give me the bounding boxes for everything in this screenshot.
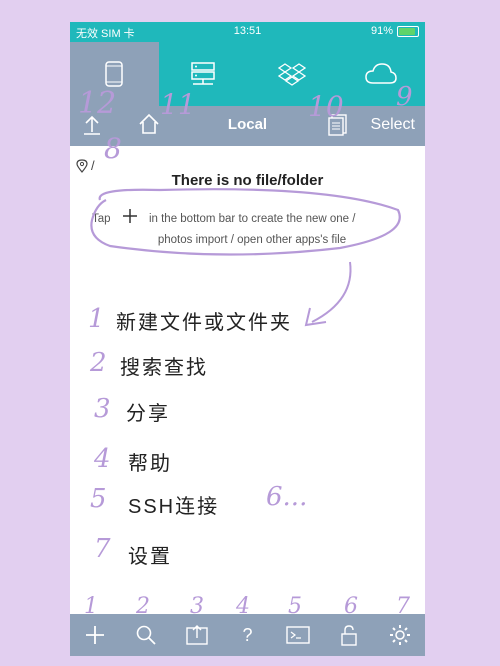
annotation-ellipse: [90, 188, 401, 327]
